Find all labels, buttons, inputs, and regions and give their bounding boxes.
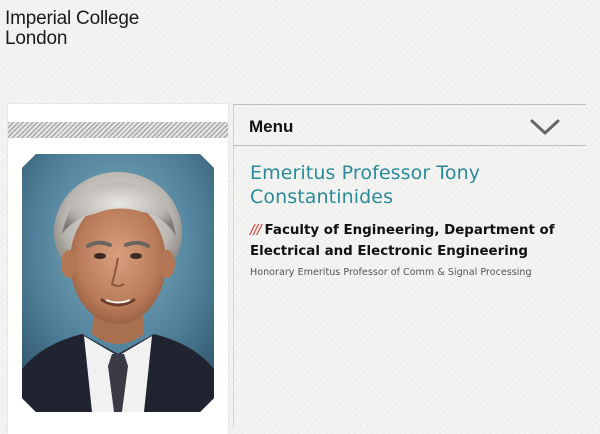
imperial-college-logo[interactable]: Imperial College London (5, 9, 139, 49)
profile-info-panel: Menu Emeritus Professor Tony Constantini… (233, 104, 586, 427)
profile-portrait (22, 154, 214, 412)
logo-line-2: London (5, 28, 68, 49)
logo-line-1: Imperial College (5, 8, 140, 29)
menu-label: Menu (249, 117, 294, 136)
profile-name: Emeritus Professor Tony Constantinides (250, 162, 481, 208)
menu-toggle[interactable]: Menu (233, 104, 586, 146)
department-affiliation: ///Faculty of Engineering, Department of… (250, 220, 570, 262)
profile-role: Honorary Emeritus Professor of Comm & Si… (250, 267, 532, 278)
profile-photo-card (8, 104, 228, 434)
department-text: Faculty of Engineering, Department of El… (250, 223, 555, 259)
hatch-divider (8, 122, 228, 138)
panel-divider (233, 146, 234, 427)
slash-decoration: /// (250, 223, 262, 238)
chevron-down-icon (530, 119, 560, 135)
